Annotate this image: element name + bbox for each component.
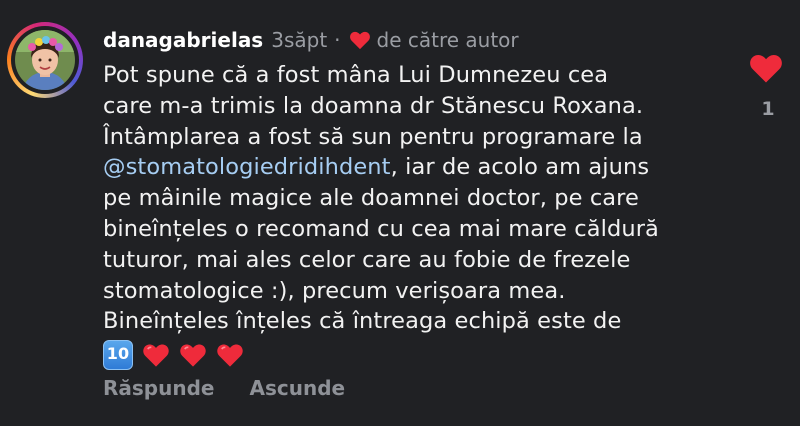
comment-line: Pot spune că a fost mâna Lui Dumnezeu ce…	[103, 60, 743, 91]
comment-line: bineînțeles o recomand cu cea mai mare c…	[103, 214, 743, 245]
comment-header: danagabrielas 3săpt · de către autor	[103, 24, 519, 56]
comment-text-segment: tuturor, mai ales celor care au fobie de…	[103, 246, 631, 273]
separator: ·	[334, 28, 341, 52]
reply-button[interactable]: Răspunde	[103, 376, 214, 400]
liked-by-author-label: de către autor	[376, 28, 519, 52]
comment-line: stomatologice :), precum verișoara mea.	[103, 276, 743, 307]
red-heart-icon	[142, 342, 170, 368]
like-count[interactable]: 1	[748, 98, 788, 120]
comment-text-segment: bineînțeles o recomand cu cea mai mare c…	[103, 215, 659, 242]
hide-button[interactable]: Ascunde	[249, 376, 345, 400]
comment-line: Bineînțeles înțeles că întreaga echipă e…	[103, 306, 743, 337]
comment-line: @stomatologiedridihdent, iar de acolo am…	[103, 152, 743, 183]
comment-text: Pot spune că a fost mâna Lui Dumnezeu ce…	[103, 60, 743, 370]
comment-text-segment: stomatologice :), precum verișoara mea.	[103, 277, 566, 304]
red-heart-icon	[216, 342, 244, 368]
like-heart-icon[interactable]	[748, 52, 788, 84]
comment-text-segment: Bineînțeles înțeles că întreaga echipă e…	[103, 308, 622, 335]
comment-line: Întâmplarea a fost să sun pentru program…	[103, 122, 743, 153]
comment-line: tuturor, mai ales celor care au fobie de…	[103, 245, 743, 276]
comment-text-segment: care m-a trimis la doamna dr Stănescu Ro…	[103, 92, 644, 119]
comment-line: care m-a trimis la doamna dr Stănescu Ro…	[103, 91, 743, 122]
profile-photo-icon	[15, 30, 75, 90]
keycap-ten-emoji: 10	[103, 339, 133, 370]
username[interactable]: danagabrielas	[103, 28, 263, 52]
comment-text-segment: pe mâinile magice ale doamnei doctor, pe…	[103, 185, 639, 212]
emoji-line: 10	[103, 339, 743, 370]
comment-text-segment: Întâmplarea a fost să sun pentru program…	[103, 123, 643, 150]
comment-text-segment: Pot spune că a fost mâna Lui Dumnezeu ce…	[103, 62, 609, 88]
avatar-photo	[15, 30, 75, 90]
author-heart-icon	[349, 30, 371, 50]
comment-text-segment: , iar de acolo am ajuns	[390, 154, 650, 181]
comment-actions: Răspunde Ascunde	[103, 376, 345, 400]
mention-link[interactable]: @stomatologiedridihdent	[103, 154, 391, 180]
comment-line: pe mâinile magice ale doamnei doctor, pe…	[103, 183, 743, 214]
red-heart-icon	[179, 342, 207, 368]
timestamp: 3săpt	[271, 28, 328, 52]
avatar[interactable]	[7, 22, 83, 98]
comment: danagabrielas 3săpt · de către autor Pot…	[0, 0, 800, 426]
